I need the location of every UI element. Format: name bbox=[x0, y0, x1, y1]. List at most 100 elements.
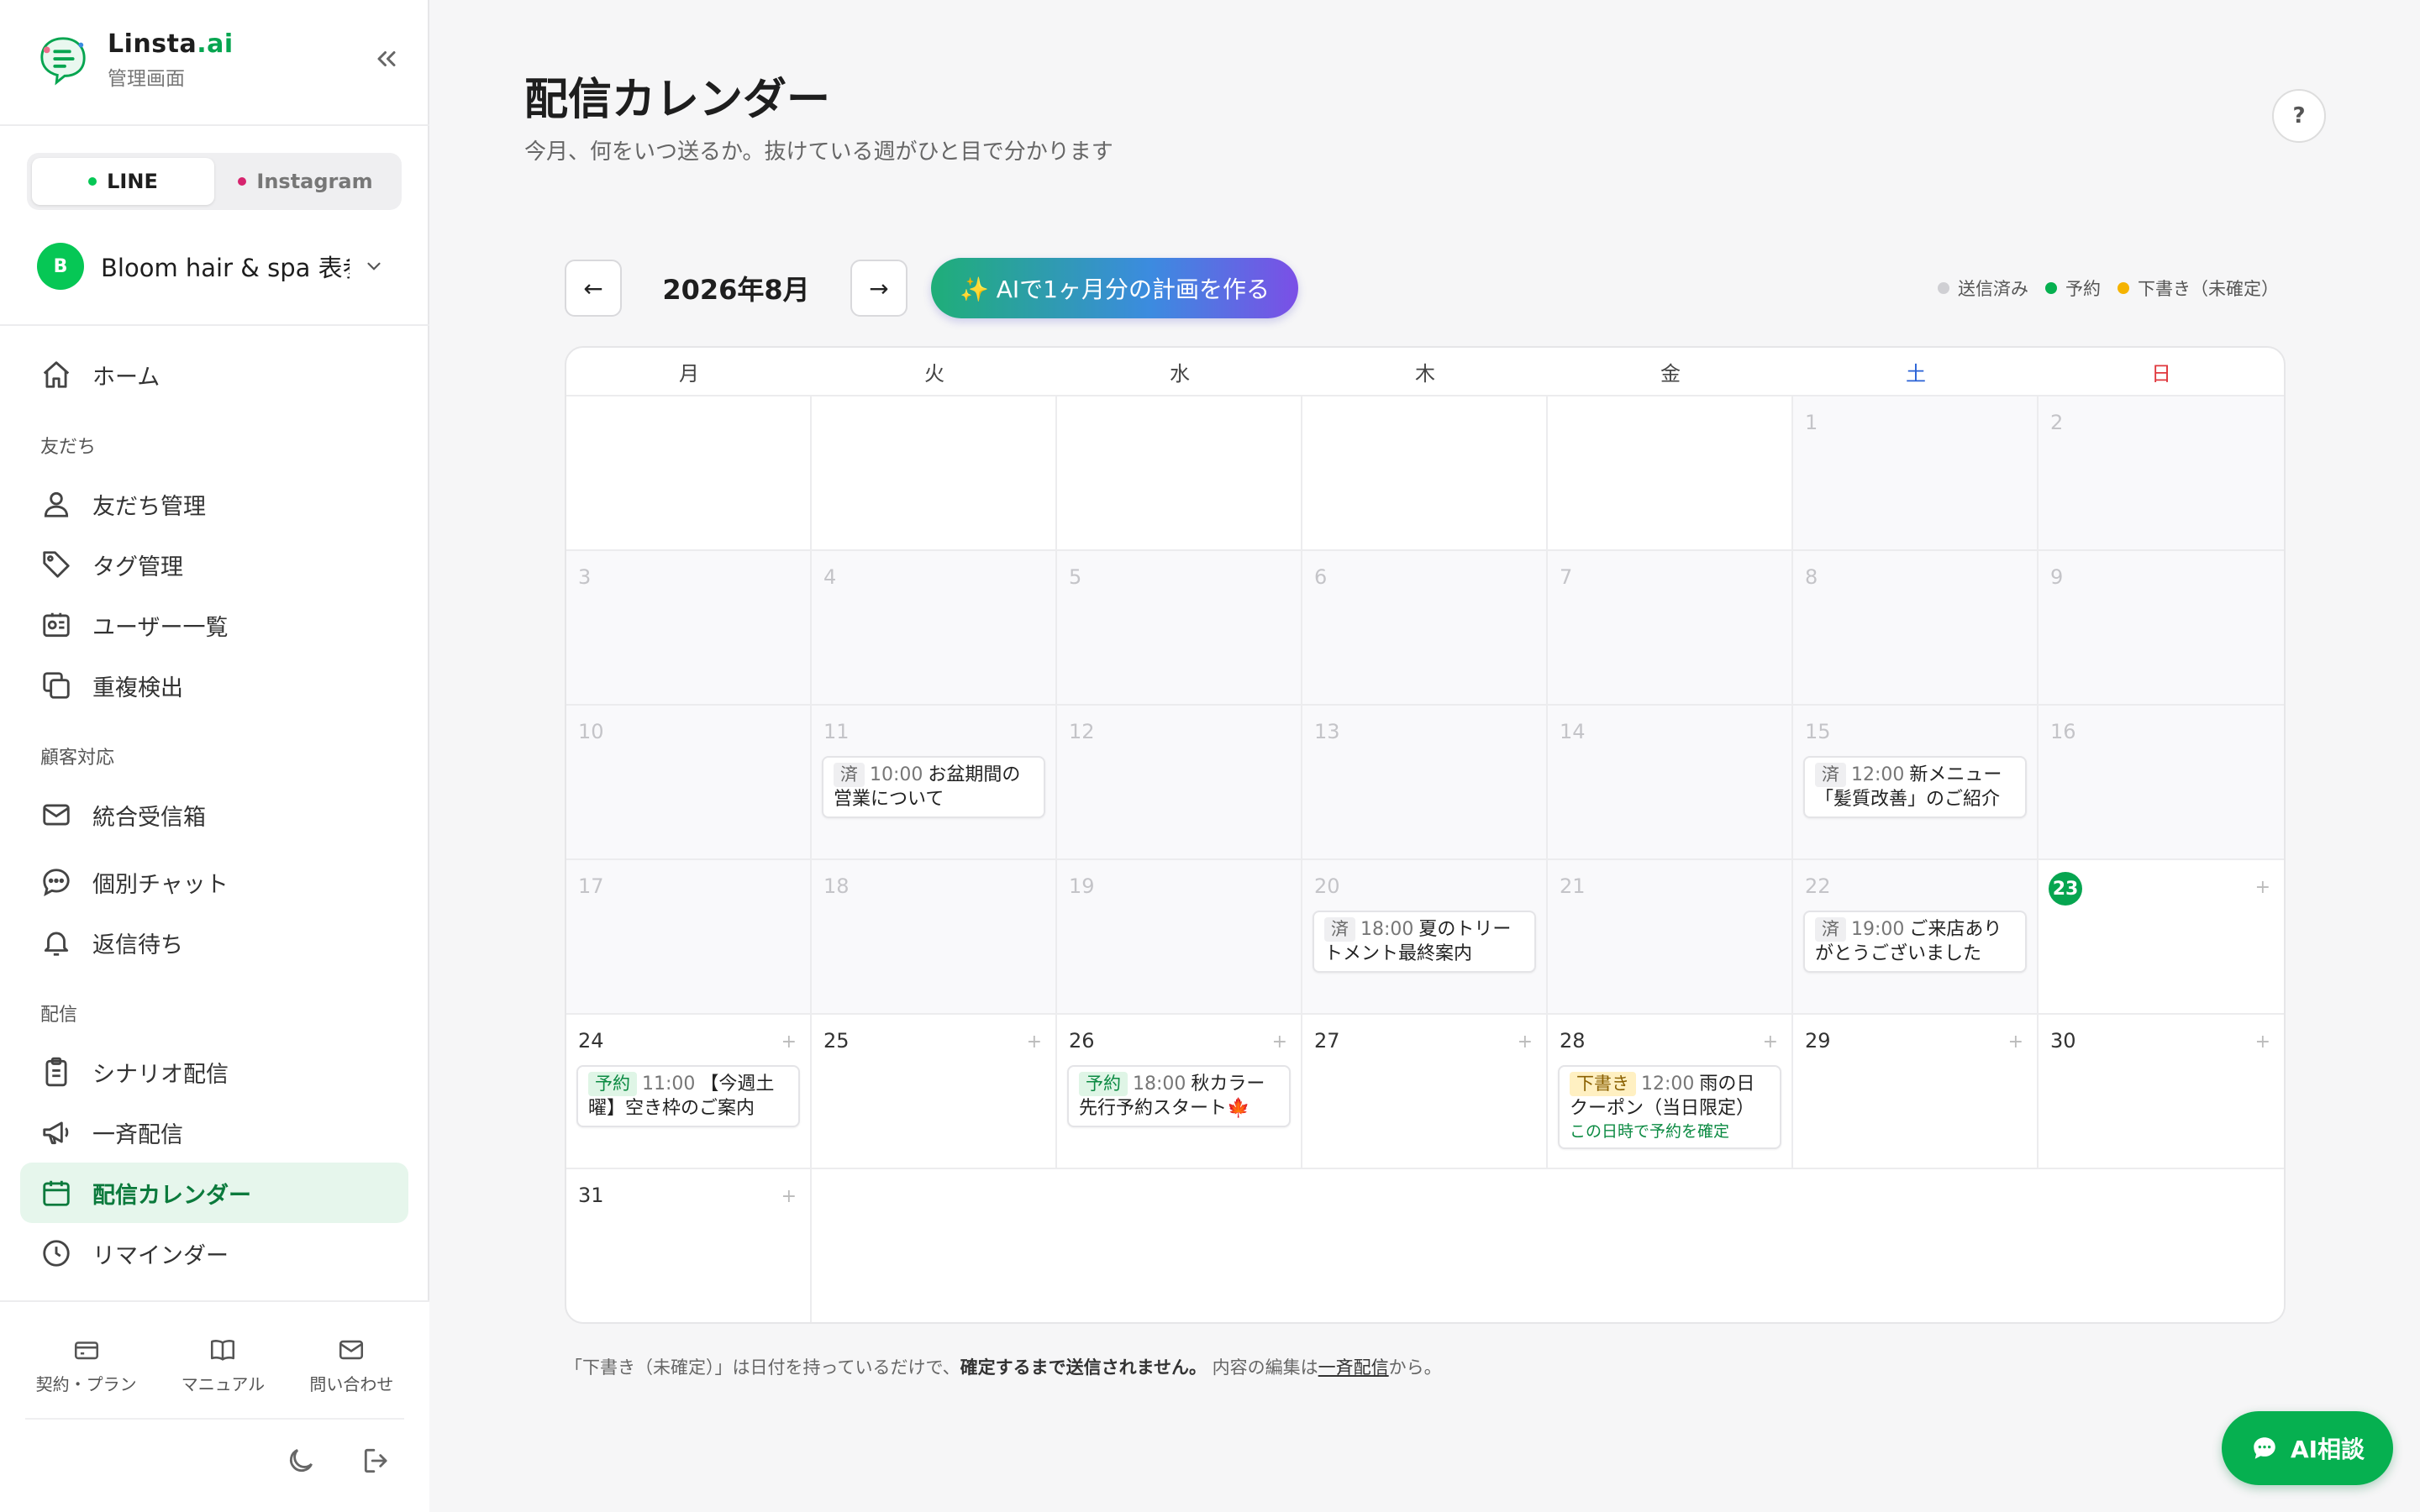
manual-link[interactable]: マニュアル bbox=[182, 1336, 265, 1395]
event-card[interactable]: 済 10:00 お盆期間の営業について bbox=[822, 756, 1045, 818]
sidebar-item-home[interactable]: ホーム bbox=[20, 344, 408, 405]
instagram-dot bbox=[238, 177, 247, 186]
calendar-day[interactable]: 12 bbox=[1057, 706, 1302, 858]
avatar: B bbox=[37, 243, 84, 290]
day-number: 29 bbox=[1805, 1029, 1831, 1053]
calendar-day[interactable]: 29 + bbox=[1793, 1015, 2039, 1168]
calendar-day[interactable]: 3 bbox=[566, 551, 812, 704]
calendar-day[interactable]: 1 bbox=[1793, 396, 2039, 549]
day-number: 19 bbox=[1069, 874, 1095, 898]
calendar-day[interactable]: 26 + 予約 18:00 秋カラー先行予約スタート🍁 bbox=[1057, 1015, 1302, 1168]
contract-plan-link[interactable]: 契約・プラン bbox=[36, 1336, 137, 1395]
calendar-day[interactable]: 31 + bbox=[566, 1169, 812, 1322]
calendar-day[interactable]: 13 bbox=[1302, 706, 1548, 858]
add-event-button[interactable]: + bbox=[1518, 1032, 1533, 1053]
moon-icon[interactable] bbox=[285, 1445, 317, 1477]
broadcast-link[interactable]: 一斉配信 bbox=[1318, 1357, 1389, 1378]
event-card[interactable]: 下書き 12:00 雨の日クーポン（当日限定） この日時で予約を確定 bbox=[1558, 1065, 1781, 1149]
help-button[interactable]: ? bbox=[2272, 89, 2326, 143]
sidebar-item-duplicate[interactable]: 重複検出 bbox=[20, 655, 408, 716]
calendar-day[interactable]: 19 bbox=[1057, 860, 1302, 1013]
calendar-day[interactable]: 14 bbox=[1548, 706, 1793, 858]
calendar-day[interactable]: 11 済 10:00 お盆期間の営業について bbox=[812, 706, 1057, 858]
sidebar-item-tag-manage[interactable]: タグ管理 bbox=[20, 534, 408, 595]
day-number: 27 bbox=[1314, 1029, 1340, 1053]
linsta-logo-icon bbox=[40, 37, 86, 86]
calendar-day[interactable]: 2 bbox=[2039, 396, 2284, 549]
sidebar-item-inbox[interactable]: 統合受信箱 bbox=[20, 785, 408, 845]
event-card[interactable]: 予約 11:00 【今週土曜】空き枠のご案内 bbox=[576, 1065, 800, 1127]
calendar-day[interactable]: 5 bbox=[1057, 551, 1302, 704]
contact-link[interactable]: 問い合わせ bbox=[309, 1336, 393, 1395]
calendar-day[interactable]: 22 済 19:00 ご来店ありがとうございました bbox=[1793, 860, 2039, 1013]
sidebar-item-reminder[interactable]: リマインダー bbox=[20, 1223, 408, 1284]
week-row: 31 + bbox=[566, 1169, 2284, 1322]
calendar-day[interactable]: 20 済 18:00 夏のトリートメント最終案内 bbox=[1302, 860, 1548, 1013]
logout-icon[interactable] bbox=[360, 1445, 392, 1477]
sidebar-item-scenario[interactable]: シナリオ配信 bbox=[20, 1042, 408, 1102]
sidebar-item-label: 返信待ち bbox=[92, 932, 183, 958]
calendar-day[interactable]: 10 bbox=[566, 706, 812, 858]
sidebar-item-label: 統合受信箱 bbox=[92, 804, 206, 831]
divider bbox=[25, 1418, 404, 1420]
event-time: 12:00 bbox=[1641, 1074, 1695, 1095]
calendar-day[interactable]: 30 + bbox=[2039, 1015, 2284, 1168]
event-card[interactable]: 済 12:00 新メニュー「髪質改善」のご紹介 bbox=[1803, 756, 2027, 818]
add-event-button[interactable]: + bbox=[1027, 1032, 1042, 1053]
calendar-day[interactable]: 24 + 予約 11:00 【今週土曜】空き枠のご案内 bbox=[566, 1015, 812, 1168]
confirm-schedule-link[interactable]: この日時で予約を確定 bbox=[1570, 1121, 1770, 1142]
page-subtitle: 今月、何をいつ送るか。抜けている週がひと目で分かります bbox=[524, 139, 1113, 165]
sidebar-item-user-list[interactable]: ユーザー一覧 bbox=[20, 595, 408, 655]
add-event-button[interactable]: + bbox=[1272, 1032, 1287, 1053]
add-event-button[interactable]: + bbox=[2008, 1032, 2023, 1053]
contact-label: 問い合わせ bbox=[309, 1374, 394, 1394]
tab-instagram[interactable]: Instagram bbox=[214, 158, 397, 205]
mail-icon bbox=[43, 804, 70, 826]
clock-icon bbox=[43, 1240, 70, 1267]
calendar-day[interactable]: 15 済 12:00 新メニュー「髪質改善」のご紹介 bbox=[1793, 706, 2039, 858]
ai-plan-button[interactable]: ✨ AIで1ヶ月分の計画を作る bbox=[931, 258, 1298, 318]
day-number: 6 bbox=[1314, 565, 1328, 589]
calendar-day[interactable]: 27 + bbox=[1302, 1015, 1548, 1168]
brand[interactable]: Linsta.ai 管理画面 bbox=[37, 29, 234, 90]
calendar-day[interactable]: 7 bbox=[1548, 551, 1793, 704]
prev-month-button[interactable]: ← bbox=[565, 260, 622, 317]
calendar-day[interactable]: 4 bbox=[812, 551, 1057, 704]
id-card-icon bbox=[43, 612, 70, 638]
ai-consult-button[interactable]: AI相談 bbox=[2222, 1411, 2393, 1485]
day-number: 9 bbox=[2050, 565, 2064, 589]
page-title: 配信カレンダー bbox=[524, 75, 831, 125]
calendar-day[interactable]: 8 bbox=[1793, 551, 2039, 704]
calendar-day[interactable]: 18 bbox=[812, 860, 1057, 1013]
collapse-sidebar-icon[interactable] bbox=[371, 44, 402, 74]
calendar-day[interactable]: 6 bbox=[1302, 551, 1548, 704]
add-event-button[interactable]: + bbox=[781, 1186, 797, 1207]
event-card[interactable]: 済 18:00 夏のトリートメント最終案内 bbox=[1313, 911, 1536, 973]
add-event-button[interactable]: + bbox=[2255, 1032, 2270, 1053]
add-event-button[interactable]: + bbox=[2255, 877, 2270, 898]
calendar-day[interactable]: 25 + bbox=[812, 1015, 1057, 1168]
sidebar-item-chat[interactable]: 個別チャット bbox=[20, 852, 408, 912]
sidebar-item-calendar[interactable]: 配信カレンダー bbox=[20, 1163, 408, 1223]
account-selector[interactable]: B Bloom hair & spa 表参道 bbox=[37, 242, 390, 291]
calendar-day[interactable]: 9 bbox=[2039, 551, 2284, 704]
day-number: 5 bbox=[1069, 565, 1082, 589]
calendar-day[interactable]: 17 bbox=[566, 860, 812, 1013]
next-month-button[interactable]: → bbox=[850, 260, 908, 317]
day-number: 14 bbox=[1560, 720, 1586, 743]
sidebar-item-awaiting[interactable]: 返信待ち bbox=[20, 912, 408, 973]
event-card[interactable]: 予約 18:00 秋カラー先行予約スタート🍁 bbox=[1067, 1065, 1291, 1127]
calendar-day-today[interactable]: 23 + bbox=[2039, 860, 2284, 1013]
add-event-button[interactable]: + bbox=[781, 1032, 797, 1053]
event-card[interactable]: 済 19:00 ご来店ありがとうございました bbox=[1803, 911, 2027, 973]
current-month: 2026年8月 bbox=[662, 274, 810, 306]
add-event-button[interactable]: + bbox=[1763, 1032, 1778, 1053]
divider bbox=[0, 124, 429, 126]
channel-toggle: LINE Instagram bbox=[27, 153, 402, 210]
sidebar-item-friends-manage[interactable]: 友だち管理 bbox=[20, 474, 408, 534]
calendar-day[interactable]: 16 bbox=[2039, 706, 2284, 858]
calendar-day[interactable]: 21 bbox=[1548, 860, 1793, 1013]
calendar-day[interactable]: 28 + 下書き 12:00 雨の日クーポン（当日限定） この日時で予約を確定 bbox=[1548, 1015, 1793, 1168]
tab-line[interactable]: LINE bbox=[32, 158, 214, 205]
sidebar-item-broadcast[interactable]: 一斉配信 bbox=[20, 1102, 408, 1163]
